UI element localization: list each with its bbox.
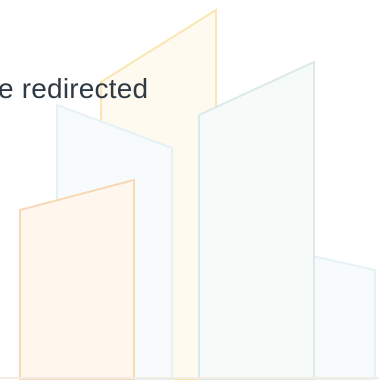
- buildings-illustration: [0, 8, 379, 380]
- building-teal: [198, 60, 315, 380]
- redirect-screen: e redirected: [0, 0, 379, 380]
- redirect-message: e redirected: [0, 71, 379, 107]
- redirect-message-text: e redirected: [0, 73, 149, 104]
- building-orange: [19, 178, 135, 380]
